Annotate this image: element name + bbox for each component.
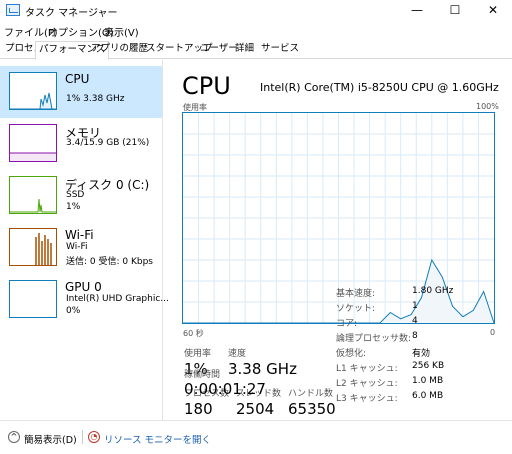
menu-view[interactable]: 表示(V) xyxy=(104,24,139,39)
disk-thumbnail xyxy=(9,176,57,214)
resource-detail-2: 1% xyxy=(66,202,81,212)
spec-label: L2 キャッシュ: xyxy=(336,379,398,389)
menu-bar: ファイル(F) オプション(O) 表示(V) xyxy=(0,22,512,39)
processes-value: 180 xyxy=(184,400,213,418)
footer: ^ 簡易表示(D) ◔ リソース モニターを開く xyxy=(0,420,512,454)
spec-label: L1 キャッシュ: xyxy=(336,364,398,374)
spec-value: 256 KB xyxy=(412,361,445,371)
minimize-button[interactable]: — xyxy=(398,0,436,22)
spec-value: 6.0 MB xyxy=(412,391,444,401)
spec-value: 8 xyxy=(412,331,418,341)
memory-thumbnail xyxy=(9,124,57,162)
page-title: CPU xyxy=(182,72,231,100)
spec-label: コア: xyxy=(336,319,358,329)
cpu-thumbnail xyxy=(9,72,57,110)
resource-detail: 3.4/15.9 GB (21%) xyxy=(66,138,150,148)
resource-wifi[interactable]: Wi-Fi Wi-Fi 送信: 0 受信: 0 Kbps xyxy=(0,222,162,274)
resource-detail: 1% 3.38 GHz xyxy=(66,94,125,104)
resource-name: CPU xyxy=(65,72,90,86)
resource-monitor-icon[interactable]: ◔ xyxy=(88,431,100,443)
spec-label: 論理プロセッサ数: xyxy=(336,334,412,344)
tab-bar: プロセス パフォーマンス アプリの履歴 スタートアップ ユーザー 詳細 サービス xyxy=(0,39,512,60)
resource-detail-2: 送信: 0 受信: 0 Kbps xyxy=(66,257,153,267)
speed-value: 3.38 GHz xyxy=(228,360,297,378)
uptime-value: 0:00:01:27 xyxy=(184,380,266,398)
gpu-thumbnail xyxy=(9,280,57,318)
spec-label: 仮想化: xyxy=(336,349,367,359)
resource-detail-2: 0% xyxy=(66,306,81,316)
wifi-thumbnail xyxy=(9,228,57,266)
resource-memory[interactable]: メモリ 3.4/15.9 GB (21%) xyxy=(0,118,162,170)
footer-divider xyxy=(82,430,83,444)
tab-details[interactable]: 詳細 xyxy=(232,41,257,59)
graph-time-right: 0 xyxy=(490,328,496,337)
spec-value: 1 xyxy=(412,301,418,311)
task-manager-icon xyxy=(6,4,20,16)
speed-label: 速度 xyxy=(228,349,247,359)
spec-value: 4 xyxy=(412,316,418,326)
spec-label: 基本速度: xyxy=(336,289,376,299)
close-button[interactable]: ✕ xyxy=(474,0,512,22)
resource-detail: Intel(R) UHD Graphic... xyxy=(66,294,169,304)
title-bar: タスク マネージャー — ☐ ✕ xyxy=(0,0,512,22)
tab-app-history[interactable]: アプリの履歴 xyxy=(88,41,151,59)
resource-cpu[interactable]: CPU 1% 3.38 GHz xyxy=(0,66,162,118)
resource-monitor-link[interactable]: リソース モニターを開く xyxy=(104,432,211,446)
handles-value: 65350 xyxy=(288,400,336,418)
graph-max-label: 100% xyxy=(476,102,499,111)
resource-name: GPU 0 xyxy=(65,280,102,294)
resource-name: Wi-Fi xyxy=(65,228,94,242)
resource-gpu[interactable]: GPU 0 Intel(R) UHD Graphic... 0% xyxy=(0,274,169,326)
cpu-detail-pane: CPU Intel(R) Core(TM) i5-8250U CPU @ 1.6… xyxy=(164,60,512,420)
graph-time-left: 60 秒 xyxy=(183,329,204,338)
resource-detail: Wi-Fi xyxy=(66,242,88,252)
threads-value: 2504 xyxy=(236,400,275,418)
resource-disk[interactable]: ディスク 0 (C:) SSD 1% xyxy=(0,170,162,222)
spec-label: ソケット: xyxy=(336,304,376,314)
resource-list: CPU 1% 3.38 GHz メモリ 3.4/15.9 GB (21%) ディ… xyxy=(0,60,169,420)
resource-detail: SSD xyxy=(66,190,85,200)
handles-label: ハンドル数 xyxy=(288,389,334,399)
window-title: タスク マネージャー xyxy=(25,8,118,19)
spec-value: 1.80 GHz xyxy=(412,286,454,296)
uptime-label: 稼働時間 xyxy=(184,370,221,380)
spec-value: 有効 xyxy=(412,349,431,359)
fewer-details-link[interactable]: 簡易表示(D) xyxy=(24,432,77,446)
maximize-button[interactable]: ☐ xyxy=(436,0,474,22)
spec-value: 1.0 MB xyxy=(412,376,444,386)
tab-services[interactable]: サービス xyxy=(258,41,302,59)
spec-label: L3 キャッシュ: xyxy=(336,394,398,404)
cpu-model: Intel(R) Core(TM) i5-8250U CPU @ 1.60GHz xyxy=(260,81,499,94)
usage-label: 使用率 xyxy=(184,349,212,359)
chevron-up-icon[interactable]: ^ xyxy=(8,431,20,443)
